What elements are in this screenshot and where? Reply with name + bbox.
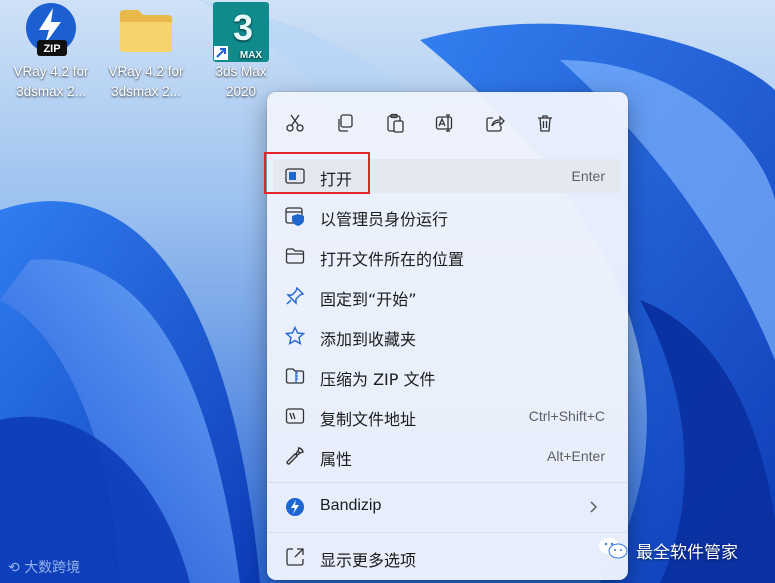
menu-item-label: 添加到收藏夹	[320, 330, 417, 349]
folder-outline-icon	[285, 246, 305, 266]
menu-item-label: 固定到“开始”	[320, 290, 417, 309]
menu-item-compress-zip[interactable]: 压缩为 ZIP 文件	[273, 359, 620, 393]
menu-item-open-file-location[interactable]: 打开文件所在的位置	[273, 239, 620, 273]
cut-icon[interactable]	[278, 106, 312, 140]
annotation-highlight-box	[264, 152, 370, 194]
desktop-icon-label: VRay 4.2 for 3dsmax 2...	[108, 64, 184, 99]
wechat-icon	[598, 536, 628, 565]
bandizip-icon	[285, 497, 305, 517]
menu-separator	[267, 482, 628, 483]
menu-item-copy-path[interactable]: 复制文件地址 Ctrl+Shift+C	[273, 399, 620, 433]
desktop-icon-3dsmax[interactable]: 3 MAX 3ds Max 2020	[193, 2, 289, 102]
desktop-icon-vray-folder[interactable]: VRay 4.2 for 3dsmax 2...	[98, 2, 194, 102]
copy-path-icon	[285, 406, 305, 426]
menu-item-shortcut: Alt+Enter	[547, 448, 605, 464]
watermark-right-label: 最全软件管家	[636, 543, 738, 563]
watermark-left: ⟲ 大数跨境	[8, 560, 81, 576]
desktop-icon-vray-zip[interactable]: ZIP VRay 4.2 for 3dsmax 2...	[3, 2, 99, 102]
menu-item-bandizip[interactable]: Bandizip	[273, 490, 620, 524]
wrench-icon	[285, 446, 305, 466]
menu-item-shortcut: Ctrl+Shift+C	[528, 408, 605, 424]
svg-text:MAX: MAX	[240, 50, 263, 61]
paste-icon[interactable]	[378, 106, 412, 140]
star-icon	[284, 325, 306, 346]
menu-item-label: Bandizip	[320, 497, 382, 514]
admin-shield-icon	[285, 206, 305, 226]
context-menu-toolbar	[267, 92, 628, 150]
menu-item-label: 显示更多选项	[320, 551, 417, 570]
menu-item-properties[interactable]: 属性 Alt+Enter	[273, 439, 620, 473]
svg-text:ZIP: ZIP	[43, 43, 60, 55]
pin-icon	[285, 286, 305, 306]
delete-icon[interactable]	[528, 106, 562, 140]
zip-folder-icon	[285, 366, 305, 386]
menu-item-shortcut: Enter	[571, 168, 605, 184]
menu-item-label: 以管理员身份运行	[320, 210, 449, 229]
logo-icon: ⟲	[8, 560, 25, 576]
menu-item-run-as-admin[interactable]: 以管理员身份运行	[273, 199, 620, 233]
folder-icon	[118, 2, 174, 58]
share-icon[interactable]	[478, 106, 512, 140]
menu-item-label: 压缩为 ZIP 文件	[320, 370, 436, 389]
menu-item-show-more-options[interactable]: 显示更多选项	[273, 540, 620, 574]
menu-item-pin-to-start[interactable]: 固定到“开始”	[273, 279, 620, 313]
desktop-icon-label: VRay 4.2 for 3dsmax 2...	[13, 64, 89, 99]
zip-icon: ZIP	[23, 2, 79, 58]
svg-text:3: 3	[233, 7, 253, 48]
3dsmax-icon: 3 MAX	[213, 2, 269, 62]
watermark-right: 最全软件管家	[598, 536, 738, 565]
menu-separator	[267, 532, 628, 533]
rename-icon[interactable]	[428, 106, 462, 140]
menu-item-label: 属性	[320, 450, 353, 469]
copy-icon[interactable]	[328, 106, 362, 140]
more-options-icon	[285, 547, 305, 567]
menu-item-label: 复制文件地址	[320, 410, 417, 429]
menu-item-add-to-favorites[interactable]: 添加到收藏夹	[273, 319, 620, 353]
chevron-right-icon	[588, 499, 598, 518]
menu-item-label: 打开文件所在的位置	[320, 250, 465, 269]
